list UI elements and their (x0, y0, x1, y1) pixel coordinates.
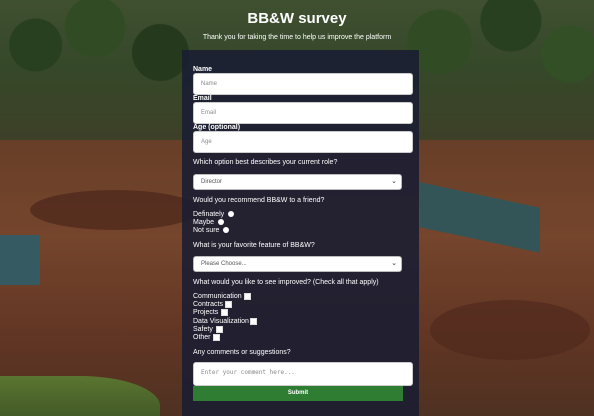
radio-label-maybe: Maybe (193, 219, 215, 226)
feature-select[interactable]: Please Choose... ⌄ (193, 256, 402, 272)
email-placeholder: Email (201, 110, 217, 116)
checkbox-data-visualization[interactable] (250, 318, 257, 325)
checkbox-safety[interactable] (216, 326, 223, 333)
checkbox-label-safety: Safety (193, 326, 213, 333)
checkbox-projects[interactable] (221, 309, 228, 316)
role-selected-value: Director (201, 179, 223, 185)
checkbox-other[interactable] (213, 334, 220, 341)
chevron-down-icon: ⌄ (391, 260, 397, 267)
submit-button[interactable]: Submit (193, 386, 403, 401)
radio-label-not-sure: Not sure (193, 227, 220, 234)
improve-question: What would you like to see improved? (Ch… (193, 279, 379, 286)
role-question: Which option best describes your current… (193, 159, 338, 166)
feature-selected-value: Please Choose... (201, 261, 247, 267)
radio-not-sure[interactable] (223, 227, 229, 233)
checkbox-communication[interactable] (244, 293, 251, 300)
chevron-down-icon: ⌄ (391, 178, 397, 185)
page-title: BB&W survey (247, 10, 347, 27)
checkbox-label-other: Other (193, 334, 211, 341)
radio-definately[interactable] (228, 211, 234, 217)
checkbox-label-data-visualization: Data Visualization (193, 318, 249, 325)
feature-question: What is your favorite feature of BB&W? (193, 242, 315, 249)
name-placeholder: Name (201, 81, 218, 87)
checkbox-contracts[interactable] (225, 301, 232, 308)
page-subtitle: Thank you for taking the time to help us… (202, 34, 392, 41)
radio-maybe[interactable] (218, 219, 224, 225)
age-label: Age (optional) (193, 124, 241, 131)
comments-placeholder: Enter your comment here... (201, 369, 295, 376)
radio-label-definately: Definately (193, 211, 225, 218)
email-label: Email (193, 95, 212, 102)
checkbox-label-communication: Communication (193, 293, 242, 300)
name-label: Name (193, 66, 213, 73)
comments-question: Any comments or suggestions? (193, 349, 291, 356)
checkbox-label-projects: Projects (193, 309, 219, 316)
email-input[interactable]: Email (193, 102, 413, 124)
age-placeholder: Age (201, 139, 212, 145)
checkbox-label-contracts: Contracts (193, 301, 223, 308)
role-select[interactable]: Director ⌄ (193, 174, 402, 190)
name-input[interactable]: Name (193, 73, 413, 95)
age-input[interactable]: Age (193, 131, 413, 153)
comments-textarea[interactable]: Enter your comment here... (193, 362, 413, 386)
recommend-question: Would you recommend BB&W to a friend? (193, 197, 325, 204)
